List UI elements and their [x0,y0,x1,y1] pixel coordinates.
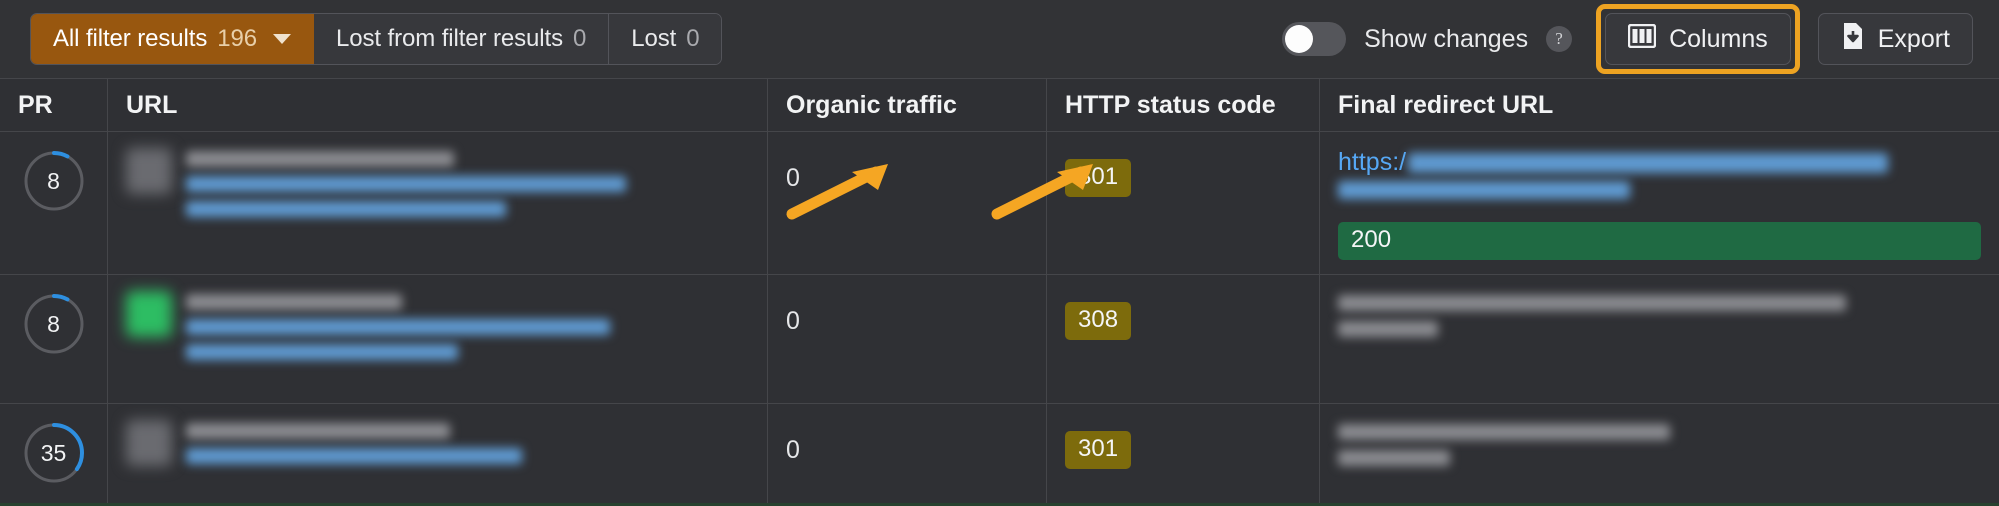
table-header-row: PR URL Organic traffic HTTP status code … [0,78,1999,132]
filter-tab-label: Lost [631,25,677,52]
table-row[interactable]: 8 0 301 https:/ 200 [0,132,1999,275]
cell-http-status-code: 301 [1047,132,1320,274]
toolbar-right-controls: Show changes ? Columns Export [1282,4,1973,74]
redacted-url-line [1338,450,1450,466]
favicon [126,148,172,194]
organic-traffic-value: 0 [786,436,800,464]
chevron-down-icon[interactable] [273,34,291,44]
pr-ring: 8 [23,293,85,355]
pr-value: 8 [47,167,60,194]
column-header-http-status-code[interactable]: HTTP status code [1047,78,1320,132]
pr-ring: 8 [23,150,85,212]
redacted-title-line [186,294,402,310]
redacted-url-line [1338,321,1438,337]
pr-value: 8 [47,310,60,337]
filter-tab-label: All filter results [53,25,208,52]
redacted-title-line [186,423,450,439]
toggle-knob [1285,25,1314,53]
column-header-url[interactable]: URL [108,78,768,132]
cell-final-redirect-url[interactable] [1320,404,1999,506]
redacted-url-line [186,319,610,335]
url-redacted-content [1338,420,1981,466]
export-button-label: Export [1877,24,1950,53]
cell-url[interactable] [108,404,768,506]
status-badge: 308 [1065,302,1132,340]
filter-tab-lost[interactable]: Lost 0 [609,14,722,64]
download-file-icon [1841,22,1865,57]
columns-button[interactable]: Columns [1605,13,1791,65]
cell-pr: 8 [0,132,108,274]
organic-traffic-value: 0 [786,164,800,192]
cell-organic-traffic: 0 [768,404,1047,506]
cell-url[interactable] [108,132,768,274]
filter-segmented-control: All filter results 196 Lost from filter … [30,13,723,65]
columns-button-highlight: Columns [1596,4,1800,74]
url-redacted-content [186,148,626,260]
favicon [126,291,172,337]
pr-value: 35 [40,439,67,466]
pr-ring: 35 [23,422,85,484]
cell-http-status-code: 301 [1047,404,1320,506]
column-header-final-redirect-url[interactable]: Final redirect URL [1320,78,1999,132]
filter-tab-label: Lost from filter results [336,25,563,52]
final-status-badge: 200 [1338,222,1981,260]
redacted-url-line [186,176,626,192]
filter-tab-all-filter-results[interactable]: All filter results 196 [31,14,314,64]
link-report-panel: All filter results 196 Lost from filter … [0,0,1999,506]
filter-tab-count: 0 [573,25,587,52]
redacted-url-line [1338,181,1630,199]
toolbar: All filter results 196 Lost from filter … [0,0,1999,78]
filter-tab-count: 0 [686,25,700,52]
url-redacted-content [1338,291,1981,337]
cell-http-status-code: 308 [1047,275,1320,403]
table-row[interactable]: 35 0 301 [0,404,1999,506]
redacted-url-line [1338,424,1670,440]
redacted-url-line [1408,152,1889,173]
url-redacted-content [186,420,522,506]
organic-traffic-value: 0 [786,307,800,335]
question-mark-icon[interactable]: ? [1546,26,1573,52]
cell-final-redirect-url[interactable] [1320,275,1999,403]
table-row[interactable]: 8 0 308 [0,275,1999,404]
filter-tab-lost-from-filter-results[interactable]: Lost from filter results 0 [314,14,610,64]
cell-url[interactable] [108,275,768,403]
export-button[interactable]: Export [1817,13,1973,65]
favicon [126,420,172,466]
cell-organic-traffic: 0 [768,132,1047,274]
show-changes-label: Show changes [1364,24,1529,53]
cell-organic-traffic: 0 [768,275,1047,403]
cell-pr: 8 [0,275,108,403]
results-table: PR URL Organic traffic HTTP status code … [0,78,1999,506]
show-changes-toggle[interactable] [1282,22,1347,56]
redacted-url-line [186,201,506,217]
url-redacted-content [186,291,610,389]
status-badge: 301 [1065,431,1132,469]
column-header-pr[interactable]: PR [0,78,108,132]
filter-tab-count: 196 [217,25,257,52]
redacted-title-line [186,151,454,167]
redacted-url-line [1338,295,1846,311]
redacted-url-line [186,448,522,464]
cell-final-redirect-url[interactable]: https:/ 200 [1320,132,1999,274]
redacted-url-line [186,344,458,360]
cell-pr: 35 [0,404,108,506]
column-header-organic-traffic[interactable]: Organic traffic [768,78,1047,132]
columns-icon [1627,23,1657,55]
columns-button-label: Columns [1669,24,1768,53]
status-badge: 301 [1065,159,1132,197]
final-redirect-link[interactable]: https:/ [1338,148,1406,177]
